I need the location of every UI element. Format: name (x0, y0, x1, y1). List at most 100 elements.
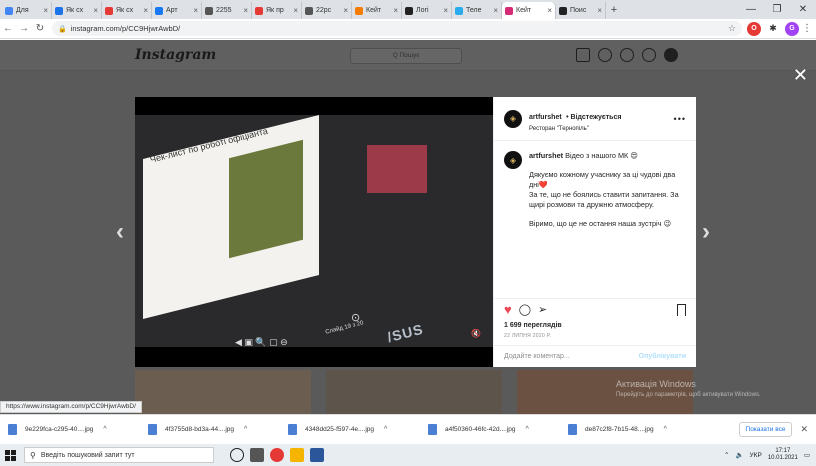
browser-tab[interactable]: Як пр × (252, 2, 302, 19)
explore-compass-icon[interactable] (620, 48, 634, 62)
share-paper-plane-icon[interactable]: ➢ (538, 303, 547, 316)
image-file-icon (148, 424, 157, 435)
taskbar-search-input[interactable]: ⚲ Введіть пошуковий запит тут (24, 447, 214, 463)
task-view-icon[interactable] (250, 448, 264, 462)
search-input[interactable]: Q Пошук (350, 48, 462, 64)
close-tab-icon[interactable]: × (443, 6, 448, 15)
reload-icon[interactable]: ↻ (32, 23, 48, 34)
browser-tab[interactable]: Поис × (556, 2, 606, 19)
post-location[interactable]: Ресторан "Тернопіль" (529, 126, 621, 132)
following-status[interactable]: • Відстежується (566, 114, 621, 121)
volume-icon[interactable]: 🔈 (735, 451, 743, 459)
word-icon[interactable] (310, 448, 324, 462)
browser-tab[interactable]: Для × (2, 2, 52, 19)
close-tab-icon[interactable]: × (243, 6, 248, 15)
download-item[interactable]: 9e229fca-c295-40....jpg ^ (8, 424, 148, 435)
new-tab-button[interactable]: + (606, 2, 622, 19)
url-input[interactable]: 🔒 instagram.com/p/CC9HjwrAwbD/ ☆ (52, 21, 742, 36)
profile-avatar-icon[interactable] (664, 48, 678, 62)
keyboard-language[interactable]: УКР (750, 452, 762, 459)
close-tab-icon[interactable]: × (93, 6, 98, 15)
activity-heart-icon[interactable] (642, 48, 656, 62)
chrome-icon[interactable] (270, 448, 284, 462)
close-modal-icon[interactable]: ✕ (793, 65, 808, 86)
file-explorer-icon[interactable] (290, 448, 304, 462)
taskbar-clock[interactable]: 17:17 10.01.2021 (768, 448, 798, 462)
instagram-logo[interactable]: Instagram (135, 47, 216, 63)
tray-chevron-icon[interactable]: ⌃ (724, 451, 729, 459)
comment-input[interactable]: Додайте коментар... (504, 353, 570, 360)
caption-avatar[interactable]: ◈ (504, 151, 522, 169)
tab-favicon-icon (405, 6, 413, 15)
show-all-downloads-button[interactable]: Показати все (738, 422, 793, 437)
download-chevron-icon[interactable]: ^ (103, 426, 106, 433)
browser-tab[interactable]: Теле × (452, 2, 502, 19)
menu-kebab-icon[interactable]: ⋮ (799, 23, 815, 34)
close-tab-icon[interactable]: × (343, 6, 348, 15)
browser-tab[interactable]: Арт × (152, 2, 202, 19)
tab-favicon-icon (455, 6, 463, 15)
browser-tab[interactable]: Логі × (402, 2, 452, 19)
close-tab-icon[interactable]: × (547, 6, 552, 15)
opera-extension-icon[interactable]: O (747, 21, 761, 36)
close-tab-icon[interactable]: × (597, 6, 602, 15)
next-post-chevron-icon[interactable]: › (702, 218, 710, 246)
video-player[interactable]: Чек-лист по роботі офіціанта ◀ ▣ 🔍 ▢ ⊖ ⊙… (135, 97, 493, 367)
browser-tab[interactable]: Кейт × (352, 2, 402, 19)
close-window-icon[interactable]: ✕ (790, 0, 816, 19)
post-caption: artfurshet Відео з нашого МК 😍 Дякуємо к… (529, 151, 686, 229)
comment-bubble-icon[interactable]: ◯ (519, 303, 531, 316)
more-options-icon[interactable]: ••• (674, 114, 686, 124)
grid-thumbnail[interactable] (326, 370, 502, 414)
close-shelf-icon[interactable]: ✕ (800, 424, 808, 435)
tab-favicon-icon (155, 6, 163, 15)
tab-strip: Для × Як сх × Як сх × Арт × 2255 × Як пр × 22рс × Кейт… (0, 0, 816, 19)
browser-tab[interactable]: 2255 × (202, 2, 252, 19)
publish-button[interactable]: Опублікувати (639, 353, 686, 360)
close-tab-icon[interactable]: × (493, 6, 498, 15)
download-chevron-icon[interactable]: ^ (244, 426, 247, 433)
cortana-icon[interactable] (230, 448, 244, 462)
view-count[interactable]: 1 699 переглядів (494, 320, 696, 329)
caption-username[interactable]: artfurshet (529, 151, 563, 160)
close-tab-icon[interactable]: × (293, 6, 298, 15)
download-item[interactable]: a4f50360-46fc-42d....jpg ^ (428, 424, 568, 435)
profile-avatar[interactable]: G (785, 21, 799, 36)
windows-start-icon[interactable] (0, 444, 20, 466)
browser-tab[interactable]: Як сх × (102, 2, 152, 19)
puzzle-extension-icon[interactable]: ✱ (766, 21, 780, 36)
download-chevron-icon[interactable]: ^ (525, 426, 528, 433)
forward-arrow-icon[interactable]: → (16, 23, 32, 34)
tab-favicon-icon (55, 6, 63, 15)
download-filename: de87c2f8-7b15-48....jpg (585, 426, 654, 433)
browser-tab[interactable]: Кейт × (502, 2, 556, 19)
download-chevron-icon[interactable]: ^ (664, 426, 667, 433)
status-bar-url: https://www.instagram.com/p/CC9HjwrAwbD/ (0, 401, 142, 413)
close-tab-icon[interactable]: × (393, 6, 398, 15)
browser-tab[interactable]: 22рс × (302, 2, 352, 19)
close-tab-icon[interactable]: × (193, 6, 198, 15)
direct-messages-icon[interactable] (598, 48, 612, 62)
post-modal: Чек-лист по роботі офіціанта ◀ ▣ 🔍 ▢ ⊖ ⊙… (135, 97, 696, 367)
back-arrow-icon[interactable]: ← (0, 23, 16, 34)
download-item[interactable]: de87c2f8-7b15-48....jpg ^ (568, 424, 708, 435)
browser-tab[interactable]: Як сх × (52, 2, 102, 19)
minimize-icon[interactable]: — (738, 0, 764, 19)
save-bookmark-icon[interactable] (677, 303, 686, 316)
home-icon[interactable] (576, 48, 590, 62)
maximize-icon[interactable]: ❐ (764, 0, 790, 19)
close-tab-icon[interactable]: × (143, 6, 148, 15)
author-avatar[interactable]: ◈ (504, 109, 522, 128)
download-item[interactable]: 4f3755d8-bd3a-44....jpg ^ (148, 424, 288, 435)
notifications-icon[interactable]: ▭ (804, 451, 810, 459)
like-heart-icon[interactable]: ♥ (504, 302, 512, 317)
close-tab-icon[interactable]: × (43, 6, 48, 15)
download-item[interactable]: 4348dd25-f597-4e....jpg ^ (288, 424, 428, 435)
bookmark-star-icon[interactable]: ☆ (728, 23, 736, 34)
previous-post-chevron-icon[interactable]: ‹ (116, 218, 124, 246)
grid-thumbnail[interactable] (135, 370, 311, 414)
download-chevron-icon[interactable]: ^ (384, 426, 387, 433)
presentation-toolbar-icons: ◀ ▣ 🔍 ▢ ⊖ (235, 337, 288, 347)
mute-icon[interactable]: 🔇 (471, 329, 481, 338)
author-username[interactable]: artfurshet (529, 114, 562, 121)
